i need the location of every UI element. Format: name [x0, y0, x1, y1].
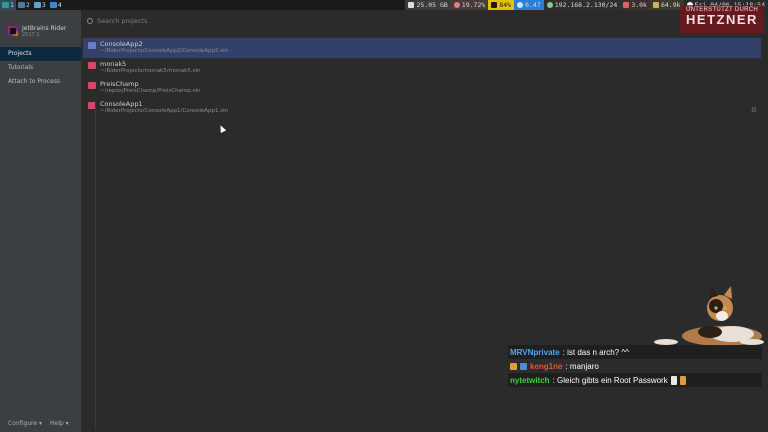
load-icon	[517, 2, 524, 8]
network-indicator: 192.168.2.130/24	[543, 0, 621, 10]
project-name: monak5	[100, 60, 127, 68]
network-icon	[546, 2, 553, 8]
cpu-indicator: 19.72%	[450, 0, 489, 10]
beer-emote-icon	[679, 375, 686, 385]
sponsor-logo: HETZNER	[686, 12, 758, 27]
workspace-icon	[33, 2, 41, 8]
project-path: ~/repos/PreisChamp/PreisChamp.sln	[100, 88, 201, 94]
workspace-icon	[17, 2, 25, 8]
sidebar-item-tutorials[interactable]: Tutorials	[0, 61, 81, 75]
project-name: ConsoleApp2	[100, 40, 143, 48]
emote-icon	[670, 375, 677, 385]
download-indicator: 3.0k	[620, 0, 650, 10]
search-input[interactable]	[97, 17, 297, 25]
cpu-value: 19.72%	[461, 1, 486, 9]
chat-text: : ist das n arch? ^^	[562, 347, 629, 357]
stream-chat-overlay: MRVNprivate: ist das n arch? ^^ keng1ne:…	[508, 345, 762, 389]
divider	[95, 100, 96, 430]
ip-address: 192.168.2.130/24	[554, 1, 618, 9]
disk-indicator: 25.05 GB	[405, 0, 451, 10]
search-bar	[81, 10, 768, 32]
load-indicator: 0.47	[514, 0, 544, 10]
workspace-icon	[49, 2, 57, 8]
recent-project-item[interactable]: ConsoleApp1 ~/RiderProjects/ConsoleApp1/…	[83, 98, 761, 118]
help-menu-button[interactable]: Help ▾	[50, 420, 69, 427]
sidebar-footer: Configure ▾ Help ▾	[8, 420, 69, 427]
configure-menu-button[interactable]: Configure ▾	[8, 420, 42, 427]
recent-projects-list: ConsoleApp2 ~/RiderProjects/ConsoleApp2/…	[83, 38, 761, 118]
app-header: JetBrains Rider 2017.1	[0, 10, 81, 40]
workspace-4[interactable]: 4	[48, 0, 64, 10]
solution-icon	[88, 42, 96, 49]
solution-icon	[88, 62, 96, 69]
chat-message: MRVNprivate: ist das n arch? ^^	[508, 345, 762, 359]
app-version: 2017.1	[22, 31, 40, 38]
workspace-2[interactable]: 2	[16, 0, 32, 10]
battery-value: 84%	[499, 1, 512, 9]
search-icon	[87, 18, 93, 24]
solution-icon	[88, 82, 96, 89]
rider-logo-icon	[8, 26, 18, 36]
chat-text: : Gleich gibts ein Root Passwork	[552, 375, 668, 385]
chat-username: MRVNprivate	[510, 347, 560, 357]
workspace-icon	[2, 2, 9, 8]
load-value: 0.47	[525, 1, 541, 9]
recent-project-item[interactable]: monak5 ~/RiderProjects/monak5/monak5.sln	[83, 58, 761, 78]
workspace-1[interactable]: 1	[0, 0, 16, 10]
upload-icon	[652, 2, 659, 8]
upload-value: 64.9k	[660, 1, 681, 9]
disk-value: 25.05 GB	[416, 1, 448, 9]
system-status-bar: 1 2 3 4 25.05 GB 19.72% 84% 0.47 192.168…	[0, 0, 768, 10]
chat-message: keng1ne: manjaro	[508, 359, 762, 373]
gear-icon[interactable]: ⚙	[751, 106, 757, 114]
project-name: PreisChamp	[100, 80, 139, 88]
chat-username: nytetwitch	[510, 375, 550, 385]
workspace-number: 4	[57, 1, 62, 9]
project-name: ConsoleApp1	[100, 100, 143, 108]
cat-overlay-image	[654, 286, 764, 346]
disk-icon	[408, 2, 415, 8]
project-path: ~/RiderProjects/ConsoleApp1/ConsoleApp1.…	[100, 108, 229, 114]
chat-text: : manjaro	[565, 361, 599, 371]
battery-indicator: 84%	[488, 0, 515, 10]
welcome-sidebar: JetBrains Rider 2017.1 Projects Tutorial…	[0, 10, 81, 432]
recent-project-item[interactable]: PreisChamp ~/repos/PreisChamp/PreisChamp…	[83, 78, 761, 98]
download-icon	[623, 2, 630, 8]
download-value: 3.0k	[631, 1, 647, 9]
workspace-3[interactable]: 3	[32, 0, 48, 10]
workspace-number: 1	[10, 1, 14, 9]
app-name: JetBrains Rider	[22, 24, 67, 32]
sidebar-item-attach-to-process[interactable]: Attach to Process	[0, 75, 81, 89]
project-path: ~/RiderProjects/ConsoleApp2/ConsoleApp2.…	[100, 48, 229, 54]
chat-message: nytetwitch: Gleich gibts ein Root Passwo…	[508, 373, 762, 387]
workspace-number: 3	[41, 1, 46, 9]
workspace-switcher: 1 2 3 4	[0, 0, 64, 10]
upload-indicator: 64.9k	[649, 0, 684, 10]
subscriber-badge-icon	[510, 362, 517, 370]
workspace-number: 2	[25, 1, 30, 9]
recent-project-item[interactable]: ConsoleApp2 ~/RiderProjects/ConsoleApp2/…	[83, 38, 761, 58]
sponsor-badge: UNTERSTÜTZT DURCH HETZNER	[680, 5, 764, 33]
cpu-icon	[453, 2, 460, 8]
battery-icon	[491, 2, 498, 8]
verified-badge-icon	[520, 362, 527, 370]
chat-username: keng1ne	[530, 361, 563, 371]
project-path: ~/RiderProjects/monak5/monak5.sln	[100, 68, 201, 74]
sidebar-item-projects[interactable]: Projects	[0, 47, 81, 61]
sidebar-nav: Projects Tutorials Attach to Process	[0, 47, 81, 89]
